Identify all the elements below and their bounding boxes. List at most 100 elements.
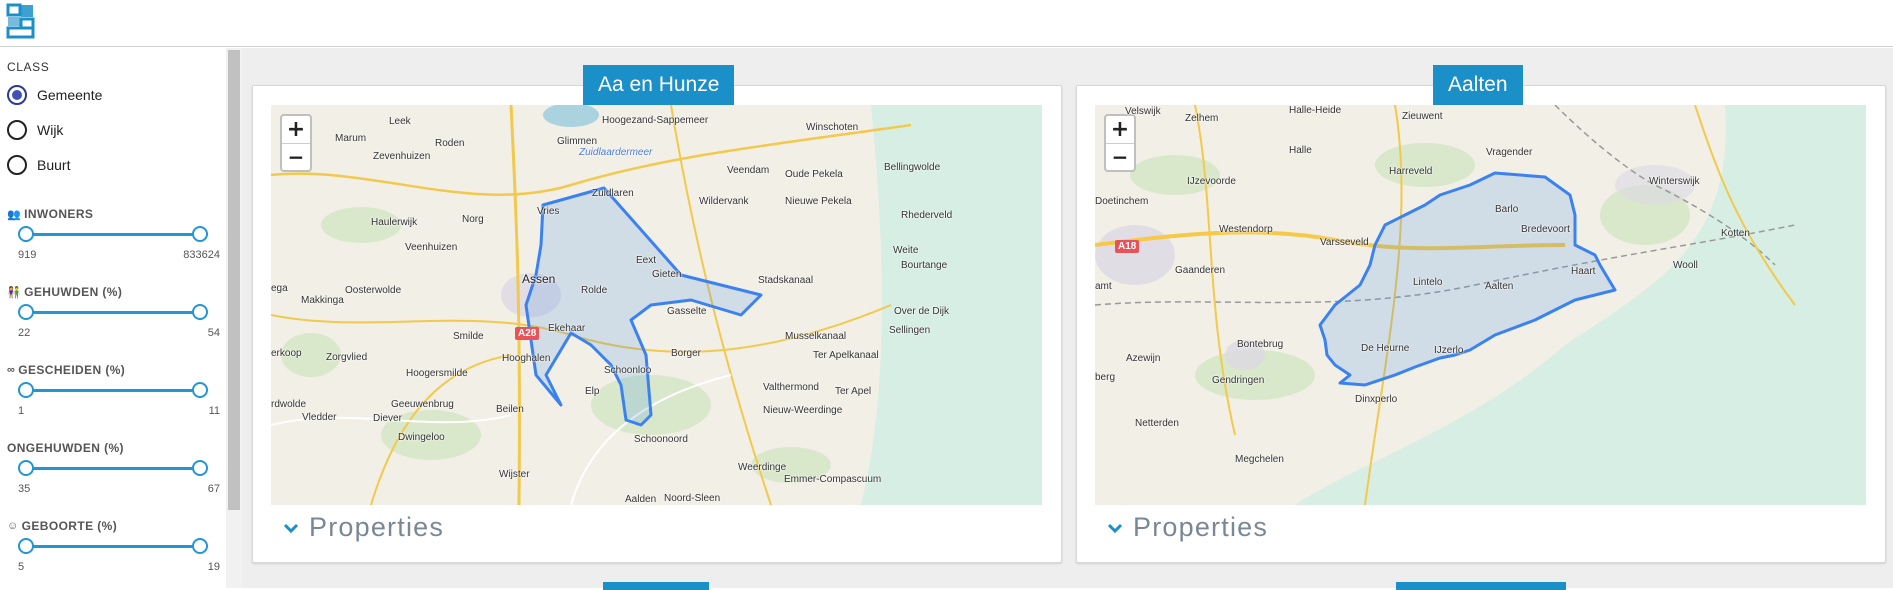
map-label: berg	[1095, 372, 1116, 383]
map-label: Geeuwenbrug	[391, 399, 454, 410]
map-label: Elp	[585, 386, 600, 397]
map-label: Oude Pekela	[785, 169, 843, 180]
filter-title: GEHUWDEN (%)	[24, 285, 123, 299]
slider-max-handle[interactable]	[192, 304, 208, 320]
slider-min-handle[interactable]	[18, 226, 34, 242]
map-label: Hooghalen	[502, 353, 551, 364]
radio-wijk[interactable]: Wijk	[7, 119, 63, 141]
class-title: CLASS	[7, 60, 50, 74]
map-label: Bourtange	[901, 260, 948, 271]
baby-icon: ☺	[7, 520, 19, 532]
slider-track[interactable]	[26, 233, 200, 236]
couple-icon: 👫	[7, 286, 22, 299]
slider-min-handle[interactable]	[18, 382, 34, 398]
cbs-logo-icon[interactable]	[6, 3, 36, 39]
map-label: Aalden	[625, 494, 657, 505]
filter-gescheiden: ∞ GESCHEIDEN (%) 1 11	[0, 363, 226, 423]
map-label: Schoonoord	[634, 434, 688, 445]
zoom-in-button[interactable]: +	[1106, 116, 1134, 143]
slider-max-value: 67	[207, 483, 220, 495]
map-label: Zuidlaren	[592, 188, 634, 199]
road-shield: A18	[1115, 240, 1140, 253]
map-label: Hoogersmilde	[406, 368, 468, 379]
map-label: Dinxperlo	[1355, 394, 1398, 405]
slider-min-value: 22	[18, 327, 31, 339]
filter-title: INWONERS	[24, 207, 94, 221]
properties-toggle[interactable]: Properties	[1107, 512, 1268, 543]
map-label: Norg	[462, 214, 484, 225]
slider-track[interactable]	[26, 467, 200, 470]
zoom-in-button[interactable]: +	[282, 116, 310, 143]
map-label: Winterswijk	[1649, 176, 1700, 187]
radio-button[interactable]	[7, 120, 27, 140]
radio-buurt[interactable]: Buurt	[7, 154, 70, 176]
map-label: IJzevoorde	[1187, 176, 1236, 187]
top-bar	[0, 0, 1893, 47]
slider-max-handle[interactable]	[192, 538, 208, 554]
scrollbar-thumb[interactable]	[228, 50, 240, 510]
radio-button[interactable]	[7, 85, 27, 105]
map-label: IJzerlo	[1434, 345, 1464, 356]
map-label: Bontebrug	[1237, 339, 1284, 350]
zoom-out-button[interactable]: −	[282, 143, 310, 170]
map-label: Beilen	[496, 404, 524, 415]
map-label: De Heurne	[1361, 343, 1410, 354]
slider-min-handle[interactable]	[18, 304, 34, 320]
filter-gehuwden: 👫 GEHUWDEN (%) 22 54	[0, 285, 226, 345]
map-label: Wijster	[499, 469, 530, 480]
slider-max-handle[interactable]	[192, 382, 208, 398]
radio-label: Wijk	[37, 122, 64, 138]
card-title: Aalten	[1433, 65, 1523, 105]
map-label: Megchelen	[1235, 454, 1284, 465]
map-label: Winschoten	[806, 122, 859, 133]
map-label: Vledder	[302, 412, 337, 423]
properties-toggle[interactable]: Properties	[283, 512, 444, 543]
map-label: Musselkanaal	[785, 331, 847, 342]
map-label: Oosterwolde	[345, 285, 402, 296]
map-tiles	[1095, 105, 1866, 505]
zoom-out-button[interactable]: −	[1106, 143, 1134, 170]
slider-max-handle[interactable]	[192, 460, 208, 476]
sidebar-scrollbar[interactable]	[226, 48, 242, 588]
results-area: Aa en Hunze + − Marum Leek Roden Glimmen…	[242, 48, 1893, 590]
map-label: ega	[271, 283, 288, 294]
map-label: Emmer-Compascuum	[784, 474, 882, 485]
map-label: Hoogezand-Sappemeer	[602, 115, 709, 126]
slider-min-handle[interactable]	[18, 538, 34, 554]
filter-title: GESCHEIDEN (%)	[18, 363, 126, 377]
map-label: Wooll	[1673, 260, 1698, 271]
card-title: Aa en Hunze	[583, 65, 735, 105]
map-view[interactable]: + − Marum Leek Roden Glimmen Hoogezand-S…	[271, 105, 1042, 505]
map-label: Stadskanaal	[758, 275, 814, 286]
slider-max-handle[interactable]	[192, 226, 208, 242]
slider-min-value: 919	[18, 249, 37, 261]
people-icon: 👥	[7, 208, 22, 221]
radio-gemeente[interactable]: Gemeente	[7, 84, 102, 106]
municipality-card: Aa en Hunze + − Marum Leek Roden Glimmen…	[252, 65, 1062, 563]
slider-max-value: 19	[207, 561, 220, 573]
filter-inwoners: 👥 INWONERS 919 833624	[0, 207, 226, 267]
slider-min-value: 35	[18, 483, 31, 495]
map-label: Harreveld	[1389, 166, 1433, 177]
properties-label: Properties	[309, 512, 445, 542]
map-label: Leek	[389, 116, 411, 127]
map-label: Assen	[522, 272, 556, 286]
map-label: Roden	[435, 138, 465, 149]
radio-label: Buurt	[37, 157, 71, 173]
filter-title: GEBOORTE (%)	[21, 519, 118, 533]
slider-track[interactable]	[26, 389, 200, 392]
map-label: Gendringen	[1212, 375, 1265, 386]
map-label: Halle-Heide	[1289, 105, 1342, 116]
slider-min-handle[interactable]	[18, 460, 34, 476]
filter-title: ONGEHUWDEN (%)	[7, 441, 124, 455]
map-label: erkoop	[271, 348, 302, 359]
map-label: Wildervank	[699, 196, 749, 207]
slider-track[interactable]	[26, 545, 200, 548]
slider-track[interactable]	[26, 311, 200, 314]
map-view[interactable]: + − Velswijk Zelhem Halle-Heide Zieuwent…	[1095, 105, 1866, 505]
map-label: Gieten	[652, 269, 682, 280]
map-label: Zelhem	[1185, 113, 1219, 124]
radio-button[interactable]	[7, 155, 27, 175]
map-label: Borger	[671, 348, 702, 359]
map-label: Eext	[636, 255, 657, 266]
